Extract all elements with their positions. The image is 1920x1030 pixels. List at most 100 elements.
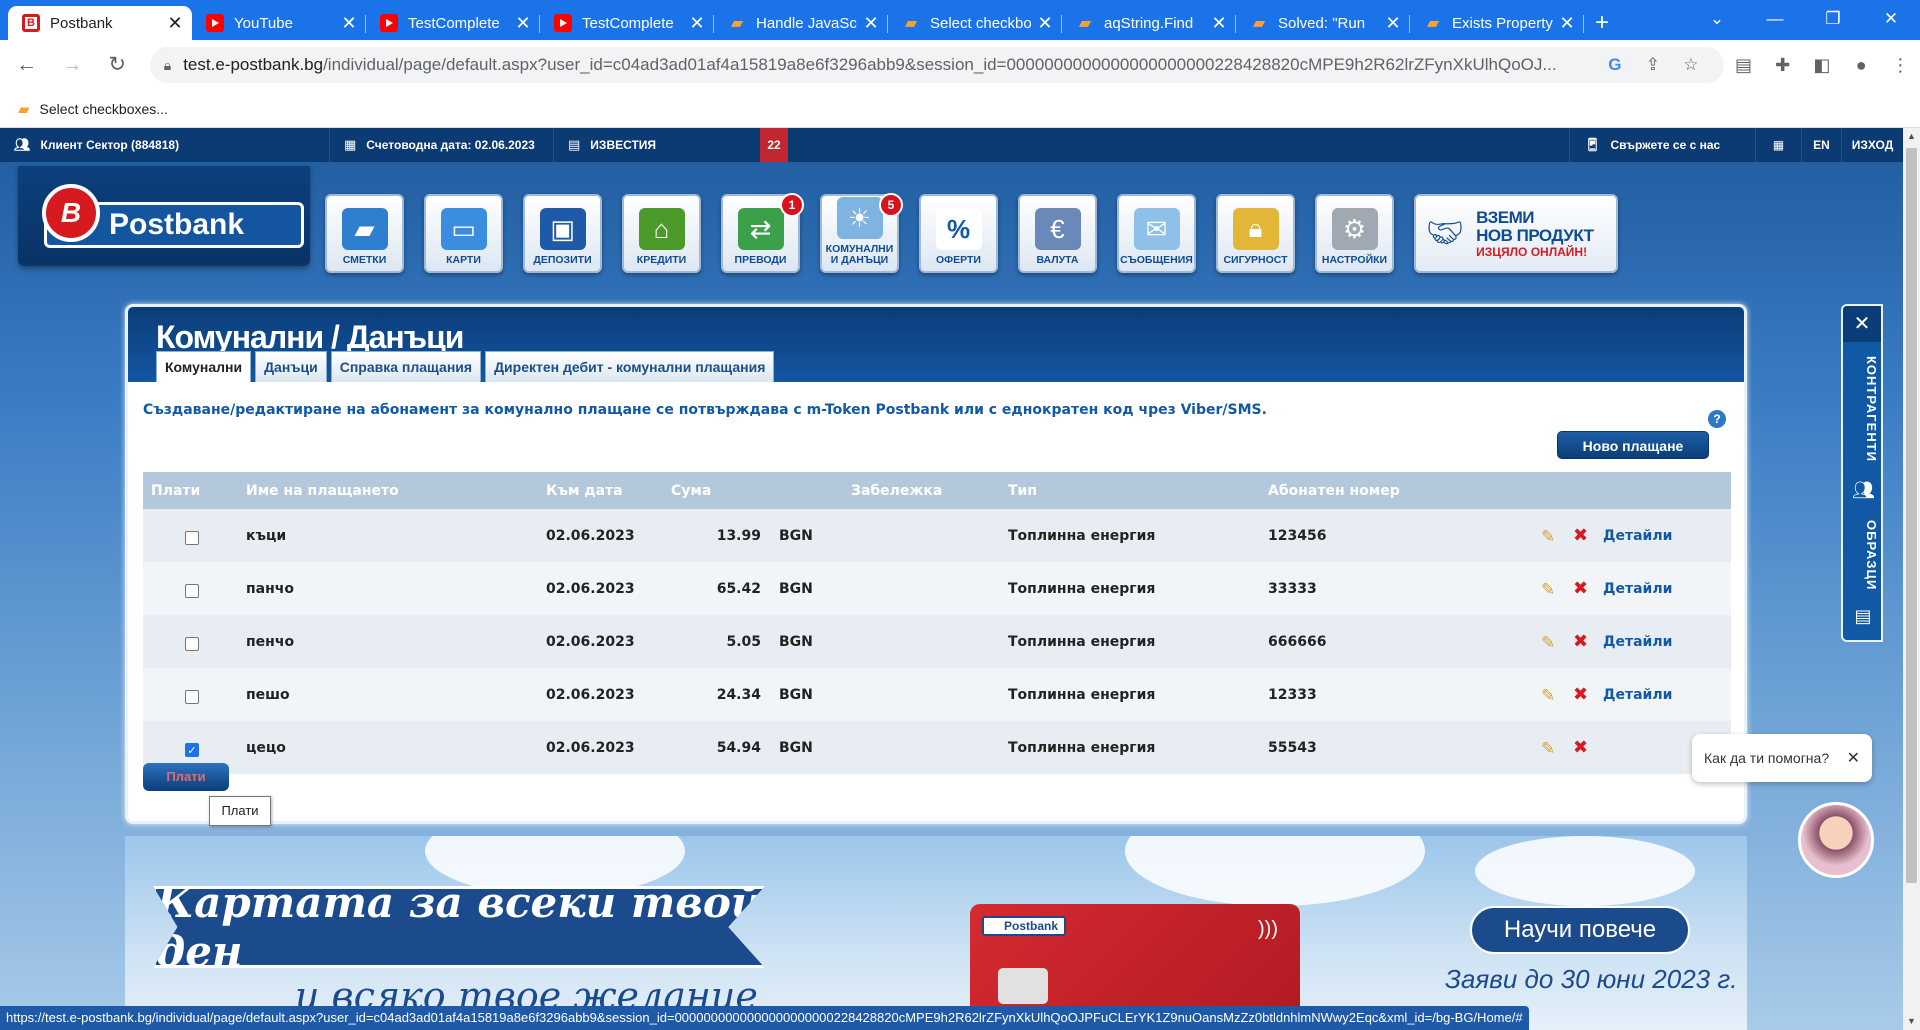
browser-tab[interactable]: ▰ Exists Property ✕ [1410, 6, 1584, 40]
nav-tile[interactable]: ⌂ КРЕДИТИ [622, 194, 701, 273]
contact-link[interactable]: 📱︎ Свържете се с нас [1569, 128, 1755, 162]
pay-checkbox[interactable]: ✓ [185, 742, 199, 757]
templates-tab[interactable]: ОБРАЗЦИ [1849, 520, 1879, 590]
page-scrollbar[interactable]: ▲ ▼ [1903, 128, 1920, 1030]
nav-tile[interactable]: ▰ СМЕТКИ [325, 194, 404, 273]
pay-checkbox[interactable] [185, 689, 199, 704]
google-icon[interactable]: G [1596, 55, 1634, 75]
nav-tile[interactable]: % ОФЕРТИ [919, 194, 998, 273]
panel-tab[interactable]: Справка плащания [330, 351, 482, 382]
close-tab-icon[interactable]: ✕ [1210, 13, 1228, 34]
menu-icon[interactable]: ⋮ [1881, 55, 1920, 76]
details-link[interactable]: Детайли [1603, 581, 1689, 597]
browser-tab[interactable]: TestComplete ✕ [540, 6, 714, 40]
restore-icon[interactable]: ❐ [1804, 0, 1862, 40]
delete-icon[interactable]: ✖ [1573, 631, 1591, 652]
postbank-logo[interactable]: Postbank B [18, 166, 310, 266]
col-date[interactable]: Към дата [546, 483, 671, 499]
back-icon[interactable]: ← [8, 46, 45, 84]
panel-tab[interactable]: Комунални [156, 351, 252, 382]
close-tab-icon[interactable]: ✕ [1558, 13, 1576, 34]
chat-prompt[interactable]: Как да ти помогна? ✕ [1692, 734, 1872, 782]
nav-tile[interactable]: ⇄ ПРЕВОДИ 1 [721, 193, 804, 273]
edit-icon[interactable]: ✎ [1541, 739, 1563, 759]
close-window-icon[interactable]: ✕ [1862, 0, 1920, 40]
browser-tab[interactable]: B Postbank ✕ [8, 6, 192, 40]
nav-tile[interactable]: € ВАЛУТА [1018, 194, 1097, 273]
pay-checkbox[interactable] [185, 583, 199, 598]
bookmark-item[interactable]: Select checkboxes... [40, 101, 168, 117]
close-tab-icon[interactable]: ✕ [166, 13, 184, 34]
client-info[interactable]: 👥︎ Клиент Сектор (884818) [0, 128, 330, 162]
nav-tile[interactable]: 🔒︎ СИГУРНОСТ [1216, 194, 1295, 273]
col-type[interactable]: Тип [1008, 483, 1268, 499]
details-link[interactable]: Детайли [1603, 687, 1689, 703]
news-count-badge[interactable]: 22 [760, 128, 788, 162]
pay-checkbox[interactable] [185, 636, 199, 651]
logout-link[interactable]: ИЗХОД [1841, 128, 1903, 162]
scroll-thumb[interactable] [1906, 148, 1917, 883]
panel-tab[interactable]: Данъци [255, 351, 327, 382]
browser-tab[interactable]: ▰ Select checkbo ✕ [888, 6, 1062, 40]
edit-icon[interactable]: ✎ [1541, 633, 1563, 653]
new-payment-button[interactable]: Ново плащане [1557, 431, 1709, 459]
reader-icon[interactable]: ▤ [1724, 55, 1763, 76]
profile-icon[interactable]: ● [1842, 55, 1881, 76]
nav-tile[interactable]: ⚙ НАСТРОЙКИ [1315, 194, 1394, 273]
nav-tile[interactable]: ▭ КАРТИ [424, 194, 503, 273]
panel-tab[interactable]: Директен дебит - комунални плащания [485, 351, 775, 382]
contacts-tab[interactable]: КОНТРАГЕНТИ [1849, 356, 1879, 462]
col-name[interactable]: Име на плащането [246, 483, 546, 499]
calculator-icon[interactable]: ▦ [1755, 128, 1801, 162]
details-link[interactable]: Детайли [1603, 634, 1689, 650]
details-link[interactable]: Детайли [1603, 528, 1689, 544]
reload-icon[interactable]: ↻ [99, 46, 136, 84]
scroll-down-icon[interactable]: ▼ [1903, 1013, 1920, 1030]
close-tab-icon[interactable]: ✕ [688, 13, 706, 34]
learn-more-button[interactable]: Научи повече [1470, 906, 1690, 954]
close-tab-icon[interactable]: ✕ [1036, 13, 1054, 34]
col-note[interactable]: Забележка [851, 483, 1008, 499]
nav-tile[interactable]: ☀ КОМУНАЛНИ И ДАНЪЦИ 5 [820, 193, 903, 273]
pay-checkbox[interactable] [185, 530, 199, 545]
browser-tab[interactable]: ▰ Handle JavaSc ✕ [714, 6, 888, 40]
browser-tab[interactable]: ▰ Solved: "Run ✕ [1236, 6, 1410, 40]
delete-icon[interactable]: ✖ [1573, 525, 1591, 546]
minimize-icon[interactable]: — [1746, 0, 1804, 40]
nav-tile[interactable]: ✉ СЪОБЩЕНИЯ [1117, 194, 1196, 273]
extensions-icon[interactable]: ✚ [1763, 55, 1802, 76]
edit-icon[interactable]: ✎ [1541, 580, 1563, 600]
col-sum[interactable]: Сума [671, 483, 851, 499]
url-text[interactable]: test.e-postbank.bg/individual/page/defau… [183, 55, 1596, 75]
forward-icon[interactable]: → [53, 46, 90, 84]
new-tab-button[interactable]: + [1584, 6, 1620, 40]
scroll-up-icon[interactable]: ▲ [1903, 128, 1920, 145]
tab-search-icon[interactable]: ⌄ [1688, 0, 1746, 40]
browser-tab[interactable]: ▰ aqString.Find ✕ [1062, 6, 1236, 40]
new-product-promo[interactable]: 🤝︎ ВЗЕМИ НОВ ПРОДУКТ ИЗЦЯЛО ОНЛАЙН! [1414, 194, 1618, 273]
col-account[interactable]: Абонатен номер [1268, 483, 1528, 499]
address-bar[interactable]: 🔒︎ test.e-postbank.bg/individual/page/de… [149, 47, 1724, 83]
close-tab-icon[interactable]: ✕ [1384, 13, 1402, 34]
language-switch[interactable]: EN [1801, 128, 1841, 162]
help-icon[interactable]: ? [1708, 410, 1726, 428]
chat-avatar[interactable] [1798, 802, 1874, 878]
close-chat-icon[interactable]: ✕ [1847, 748, 1860, 768]
delete-icon[interactable]: ✖ [1573, 684, 1591, 705]
side-panel-icon[interactable]: ◧ [1802, 55, 1841, 76]
delete-icon[interactable]: ✖ [1573, 578, 1591, 599]
delete-icon[interactable]: ✖ [1573, 737, 1591, 758]
browser-tab[interactable]: TestComplete ✕ [366, 6, 540, 40]
browser-tab[interactable]: YouTube ✕ [192, 6, 366, 40]
nav-tile[interactable]: ▣ ДЕПОЗИТИ [523, 194, 602, 273]
close-tab-icon[interactable]: ✕ [340, 13, 358, 34]
edit-icon[interactable]: ✎ [1541, 527, 1563, 547]
promo-banner[interactable]: Картата за всеки твой ден и всяко твое ж… [125, 836, 1747, 1030]
share-icon[interactable]: ⇪ [1634, 55, 1672, 75]
edit-icon[interactable]: ✎ [1541, 686, 1563, 706]
pay-button[interactable]: Плати [143, 763, 229, 791]
col-pay[interactable]: Плати [143, 483, 246, 499]
close-icon[interactable]: ✕ [1843, 306, 1881, 342]
close-tab-icon[interactable]: ✕ [862, 13, 880, 34]
lock-icon[interactable]: 🔒︎ [164, 57, 171, 74]
